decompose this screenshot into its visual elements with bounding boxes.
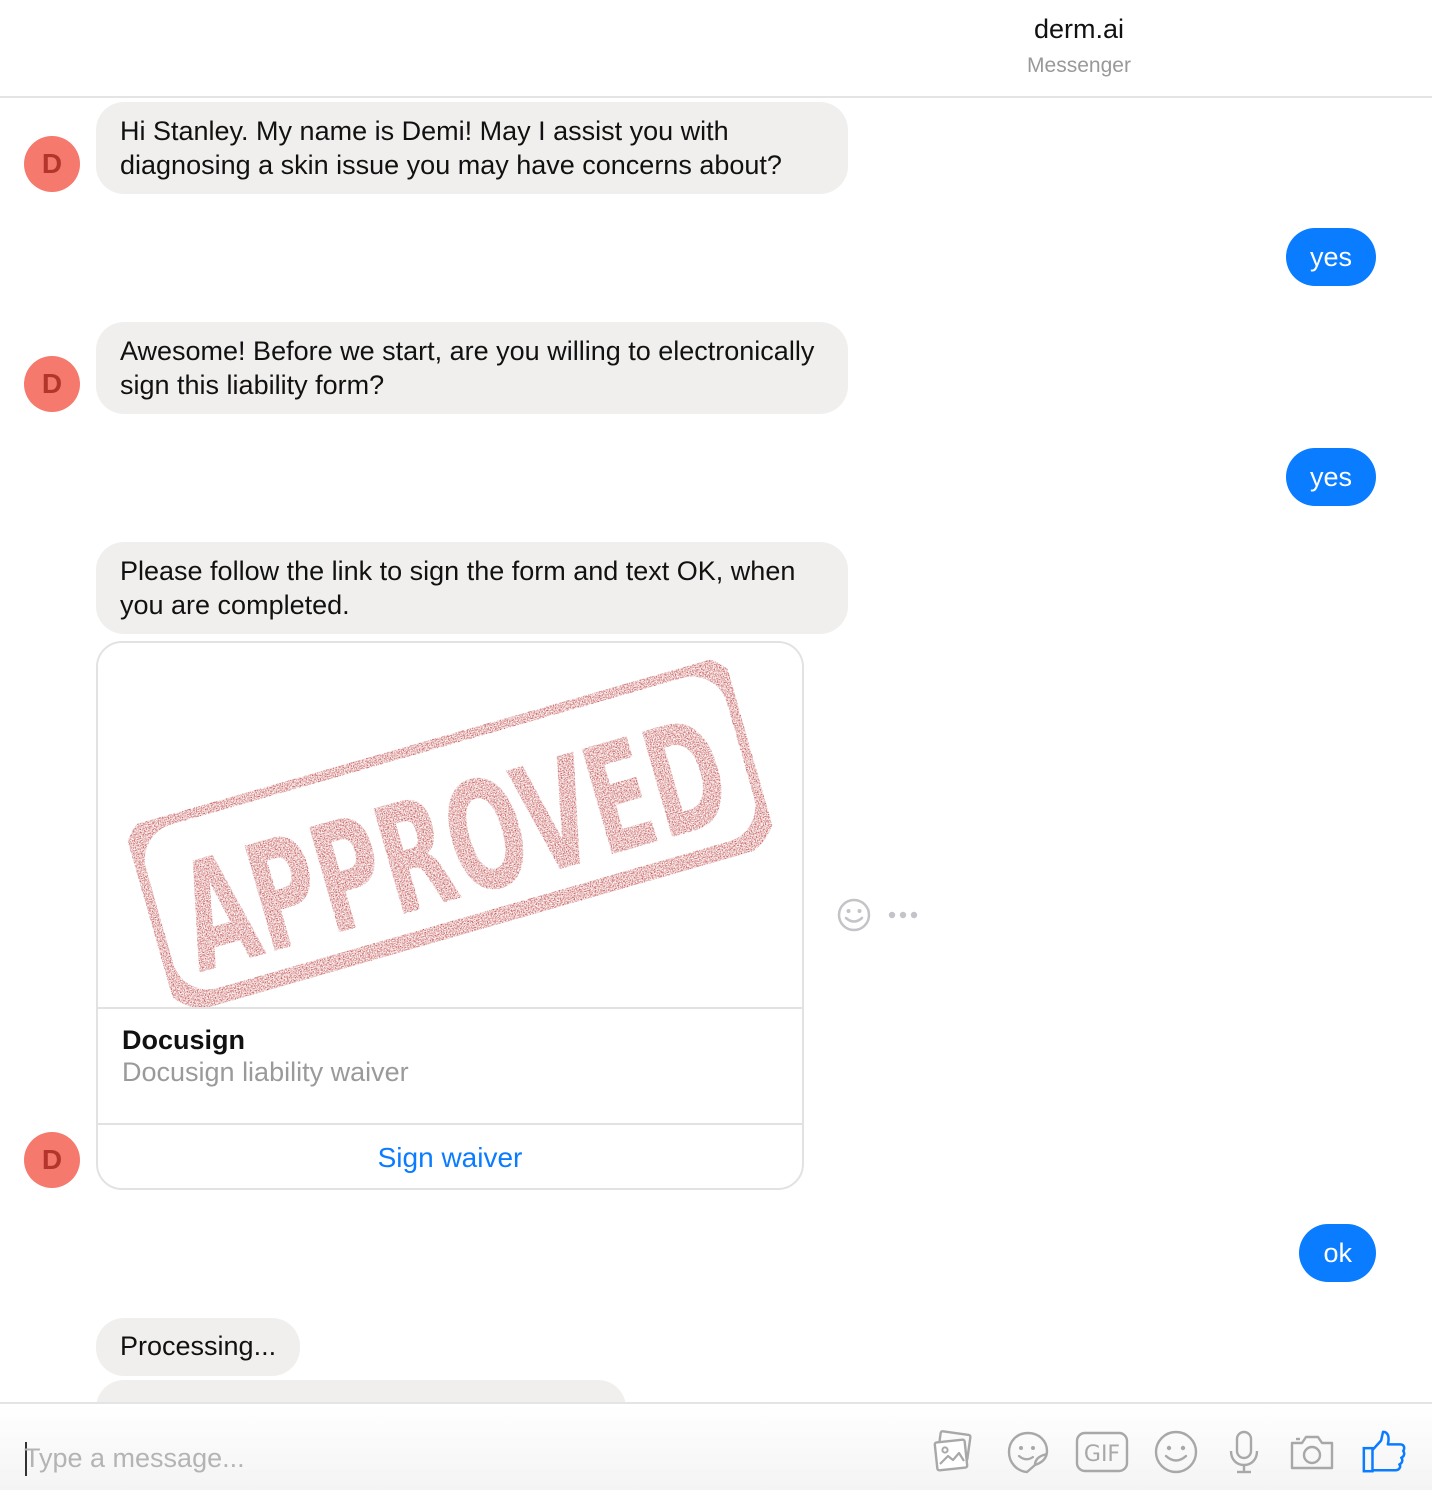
emoji-icon[interactable] [1152,1428,1200,1476]
sign-waiver-button[interactable]: Sign waiver [98,1125,802,1188]
user-message-bubble: ok [1299,1224,1376,1282]
react-emoji-icon[interactable] [837,898,871,932]
microphone-icon[interactable] [1220,1428,1268,1476]
bot-message-bubble: Please follow the link to sign the form … [96,542,848,634]
approved-stamp-image[interactable]: APPROVED [98,643,802,1009]
avatar-letter: D [41,148,63,179]
bot-avatar[interactable]: D [24,136,80,192]
gif-label: GIF [1084,1442,1120,1467]
bot-message-bubble: Awesome! Before we start, are you willin… [96,322,848,414]
user-message-bubble: yes [1285,448,1376,506]
avatar-letter: D [41,368,63,399]
bot-avatar[interactable]: D [24,356,80,412]
message-composer [0,1402,1432,1490]
message-actions [836,898,926,932]
docusign-card[interactable]: APPROVED Docusign Docusign liability wai… [96,641,804,1190]
message-input[interactable] [24,1438,904,1478]
messenger-window: derm.ai Messenger D Hi Stanley. My name … [0,0,1432,1490]
avatar-letter: D [41,1144,63,1175]
photo-icon[interactable] [930,1428,978,1476]
conversation-header: derm.ai Messenger [0,0,1432,98]
sticker-icon[interactable] [1004,1428,1052,1476]
more-options-icon[interactable] [888,911,918,919]
user-message-bubble: yes [1285,228,1376,286]
gif-icon[interactable]: GIF [1074,1428,1130,1476]
card-title: Docusign [122,1025,246,1055]
bot-avatar[interactable]: D [24,1132,80,1188]
bot-message-bubble: Processing... [96,1318,301,1376]
conversation-subtitle: Messenger [1027,54,1131,77]
approved-stamp-graphic: APPROVED [124,656,776,1007]
camera-icon[interactable] [1288,1428,1336,1476]
bot-message-bubble: Hi Stanley. My name is Demi! May I assis… [96,102,848,194]
conversation-title[interactable]: derm.ai [1034,14,1124,45]
card-subtitle: Docusign liability waiver [122,1057,409,1087]
thumbs-up-icon[interactable] [1360,1428,1408,1476]
